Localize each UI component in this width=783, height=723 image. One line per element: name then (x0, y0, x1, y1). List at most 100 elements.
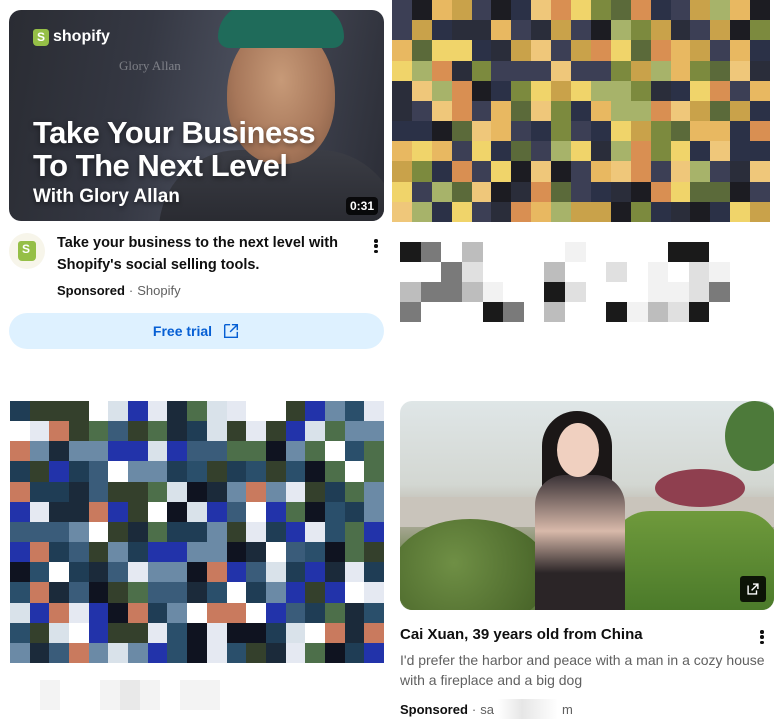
mosaic-cell (40, 680, 60, 710)
mosaic-cell (29, 521, 50, 543)
mosaic-cell (650, 0, 671, 21)
mosaic-cell (128, 461, 148, 482)
mosaic-cell (69, 521, 89, 543)
mosaic-cell (606, 242, 627, 262)
mosaic-cell (411, 181, 432, 202)
mosaic-cell (265, 542, 286, 563)
advertiser-avatar[interactable] (9, 233, 45, 269)
mosaic-cell (511, 40, 532, 61)
mosaic-cell (491, 80, 512, 101)
mosaic-cell (49, 461, 70, 482)
redacted-thumbnail-bottom-left[interactable] (10, 401, 384, 663)
dating-ad-thumbnail[interactable] (400, 401, 774, 610)
mosaic-cell (670, 121, 691, 142)
mosaic-cell (461, 242, 483, 262)
advertiser-name[interactable]: Shopify (137, 283, 180, 298)
mosaic-cell (431, 80, 452, 101)
mosaic-cell (531, 80, 552, 101)
mosaic-cell (511, 161, 532, 182)
mosaic-cell (206, 562, 227, 583)
mosaic-cell (108, 542, 129, 563)
mosaic-cell (451, 40, 472, 61)
mosaic-cell (344, 501, 365, 522)
mosaic-cell (60, 680, 80, 710)
more-options-icon[interactable] (754, 627, 770, 647)
meta-separator: · (471, 701, 477, 717)
mosaic-cell (364, 461, 384, 482)
mosaic-cell (750, 141, 770, 162)
shopify-ad-thumbnail[interactable]: Glory Allan shopify Take Your Business T… (9, 10, 384, 221)
external-link-icon[interactable] (740, 576, 766, 602)
advertiser-name-end[interactable]: m (562, 702, 573, 717)
mosaic-cell (29, 562, 50, 583)
mosaic-cell (187, 602, 207, 623)
sponsored-label: Sponsored (57, 283, 125, 298)
mosaic-cell (49, 501, 70, 522)
more-options-icon[interactable] (368, 236, 384, 256)
mosaic-cell (670, 100, 691, 122)
advertiser-name-start[interactable]: sa (480, 702, 494, 717)
mosaic-cell (364, 642, 384, 663)
mosaic-cell (246, 582, 266, 603)
mosaic-cell (565, 282, 586, 302)
redacted-thumbnail-top-right[interactable] (392, 0, 770, 222)
shopify-logo-text: shopify (53, 28, 110, 45)
mosaic-cell (503, 302, 524, 322)
mosaic-cell (750, 181, 770, 202)
mosaic-cell (750, 40, 770, 61)
mosaic-cell (451, 181, 472, 202)
mosaic-cell (451, 121, 472, 142)
mosaic-cell (226, 501, 247, 522)
mosaic-cell (305, 562, 325, 583)
mosaic-cell (167, 441, 188, 462)
mosaic-cell (285, 602, 306, 623)
mosaic-cell (305, 481, 325, 502)
mosaic-cell (461, 262, 483, 282)
mosaic-cell (610, 0, 631, 21)
mosaic-cell (491, 100, 512, 122)
mosaic-cell (344, 461, 365, 482)
mosaic-cell (10, 602, 30, 623)
mosaic-cell (246, 501, 266, 522)
mosaic-cell (523, 282, 545, 302)
mosaic-cell (630, 40, 651, 61)
mosaic-cell (246, 441, 266, 462)
mosaic-cell (710, 161, 731, 182)
mosaic-cell (226, 521, 247, 543)
mosaic-cell (226, 461, 247, 482)
ad-title[interactable]: Take your business to the next level wit… (57, 232, 357, 276)
mosaic-cell (750, 161, 770, 182)
mosaic-cell (147, 542, 168, 563)
mosaic-cell (511, 0, 532, 21)
mosaic-cell (69, 602, 89, 623)
mosaic-cell (750, 100, 770, 122)
mosaic-cell (69, 582, 89, 603)
mosaic-cell (688, 262, 710, 282)
ad-title[interactable]: Cai Xuan, 39 years old from China (400, 624, 740, 646)
mosaic-cell (531, 0, 552, 21)
mosaic-cell (571, 161, 591, 182)
mosaic-cell (690, 181, 711, 202)
mosaic-cell (108, 441, 129, 462)
mosaic-cell (511, 60, 532, 81)
free-trial-button[interactable]: Free trial (9, 313, 384, 349)
mosaic-cell (523, 302, 545, 322)
mosaic-cell (551, 201, 572, 222)
mosaic-cell (364, 441, 384, 462)
mosaic-cell (710, 60, 731, 81)
mosaic-cell (606, 302, 627, 322)
mosaic-cell (324, 582, 345, 603)
mosaic-cell (29, 642, 50, 663)
mosaic-cell (29, 542, 50, 563)
mosaic-cell (344, 421, 365, 442)
mosaic-cell (585, 262, 607, 282)
mosaic-cell (650, 181, 671, 202)
mosaic-cell (364, 401, 384, 422)
mosaic-cell (511, 20, 532, 41)
mosaic-cell (69, 622, 89, 643)
mosaic-cell (451, 80, 472, 101)
mosaic-cell (626, 242, 648, 262)
thumbnail-headline: Take Your Business To The Next Level (33, 116, 316, 182)
mosaic-cell (147, 562, 168, 583)
mosaic-cell (108, 642, 129, 663)
